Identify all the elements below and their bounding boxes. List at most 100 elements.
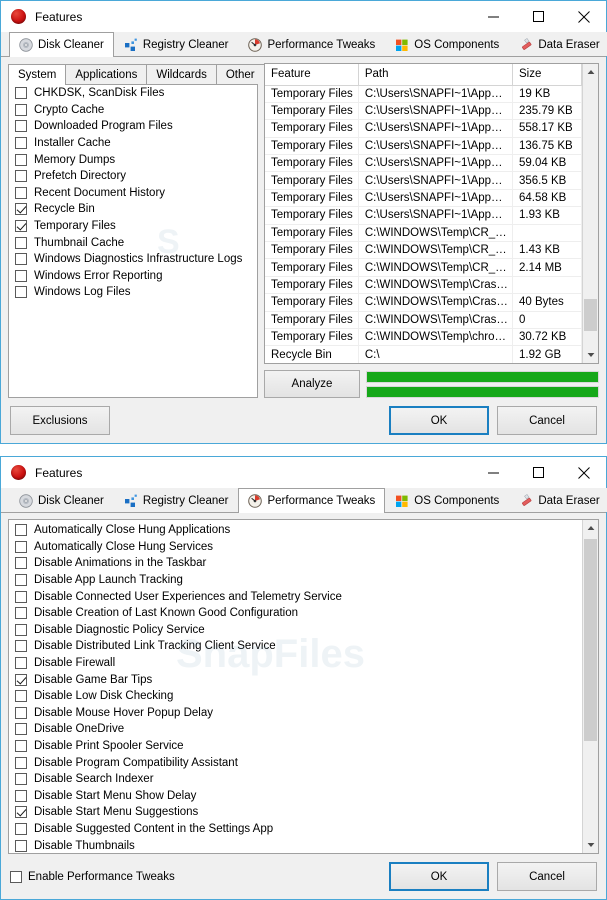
scrollbar-track[interactable]	[583, 536, 598, 837]
checkbox-row[interactable]: Crypto Cache	[9, 102, 257, 119]
table-row[interactable]: Temporary Files C:\WINDOWS\Temp\chro… 30.7…	[265, 328, 582, 347]
checkbox-row[interactable]: Disable Suggested Content in the Setting…	[9, 821, 582, 838]
checkbox-box[interactable]	[15, 203, 27, 216]
table-row[interactable]: Temporary Files C:\Users\SNAPFI~1\App… 235…	[265, 102, 582, 121]
checkbox-box[interactable]	[15, 220, 27, 233]
tab-disk-cleaner[interactable]: Disk Cleaner	[9, 488, 114, 512]
close-button[interactable]	[561, 1, 606, 32]
checkbox-row[interactable]: Disable Mouse Hover Popup Delay	[9, 705, 582, 722]
checkbox-row[interactable]: Disable Low Disk Checking	[9, 688, 582, 705]
checkbox-box[interactable]	[15, 103, 27, 116]
checkbox-box[interactable]	[15, 756, 27, 769]
checkbox-box[interactable]	[15, 269, 27, 282]
tab-registry-cleaner[interactable]: Registry Cleaner	[113, 32, 239, 56]
checkbox-box[interactable]	[15, 723, 27, 736]
checkbox-row[interactable]: Thumbnail Cache	[9, 234, 257, 251]
table-row[interactable]: Temporary Files C:\WINDOWS\Temp\CR_… 1.43 …	[265, 241, 582, 260]
checkbox-box[interactable]	[15, 120, 27, 133]
checkbox-box[interactable]	[15, 87, 27, 100]
cancel-button[interactable]: Cancel	[497, 862, 597, 891]
ok-button[interactable]: OK	[389, 862, 489, 891]
checkbox-row[interactable]: Disable Program Compatibility Assistant	[9, 754, 582, 771]
checkbox-row[interactable]: Installer Cache	[9, 135, 257, 152]
checkbox-box[interactable]	[15, 170, 27, 183]
checkbox-row[interactable]: Recycle Bin	[9, 201, 257, 218]
checkbox-row[interactable]: Disable Firewall	[9, 655, 582, 672]
maximize-button[interactable]	[516, 1, 561, 32]
exclusions-button[interactable]: Exclusions	[10, 406, 110, 435]
subtab-system[interactable]: System	[8, 64, 67, 85]
checkbox-box[interactable]	[15, 557, 27, 570]
checkbox-box[interactable]	[15, 286, 27, 299]
checkbox-row[interactable]: CHKDSK, ScanDisk Files	[9, 85, 257, 102]
checkbox-row[interactable]: Disable Search Indexer	[9, 771, 582, 788]
checkbox-row[interactable]: Disable Distributed Link Tracking Client…	[9, 638, 582, 655]
tab-os-components[interactable]: OS Components	[385, 488, 510, 512]
checkbox-box[interactable]	[15, 137, 27, 150]
table-row[interactable]: Temporary Files C:\Users\SNAPFI~1\App… 19 …	[265, 85, 582, 103]
tab-performance-tweaks[interactable]: Performance Tweaks	[238, 488, 386, 513]
checkbox-row[interactable]: Disable Start Menu Show Delay	[9, 788, 582, 805]
table-row[interactable]: Temporary Files C:\WINDOWS\Temp\CR_… 2.14 …	[265, 258, 582, 277]
table-scrollbar[interactable]	[582, 64, 598, 363]
checkbox-row[interactable]: Downloaded Program Files	[9, 118, 257, 135]
table-row[interactable]: Temporary Files C:\Users\SNAPFI~1\App… 558…	[265, 119, 582, 138]
checkbox-row[interactable]: Disable Game Bar Tips	[9, 671, 582, 688]
scroll-up-icon[interactable]	[583, 64, 598, 80]
checkbox-row[interactable]: Prefetch Directory	[9, 168, 257, 185]
checkbox-row[interactable]: Disable Diagnostic Policy Service	[9, 622, 582, 639]
table-row[interactable]: Temporary Files C:\Users\SNAPFI~1\App… 64.…	[265, 189, 582, 208]
table-row[interactable]: Temporary Files C:\WINDOWS\Temp\Cras…	[265, 276, 582, 295]
tweaks-list[interactable]: SnapFiles Automatically Close Hung Appli…	[9, 520, 582, 853]
checkbox-row[interactable]: Disable OneDrive	[9, 721, 582, 738]
checkbox-box[interactable]	[15, 574, 27, 587]
checkbox-row[interactable]: Disable Thumbnails	[9, 837, 582, 853]
checkbox-row[interactable]: Disable Print Spooler Service	[9, 738, 582, 755]
tab-disk-cleaner[interactable]: Disk Cleaner	[9, 32, 114, 57]
checkbox-box[interactable]	[15, 186, 27, 199]
tab-data-eraser[interactable]: Data Eraser	[509, 32, 607, 56]
tweaks-scrollbar[interactable]	[582, 520, 598, 853]
checkbox-box[interactable]	[15, 740, 27, 753]
tab-performance-tweaks[interactable]: Performance Tweaks	[238, 32, 386, 56]
analyze-button[interactable]: Analyze	[264, 370, 360, 398]
maximize-button[interactable]	[516, 457, 561, 488]
ok-button[interactable]: OK	[389, 406, 489, 435]
checkbox-row[interactable]: Windows Diagnostics Infrastructure Logs	[9, 251, 257, 268]
checkbox-row[interactable]: Disable App Launch Tracking	[9, 572, 582, 589]
table-row[interactable]: Recycle Bin C:\ 1.92 GB	[265, 345, 582, 363]
checkbox-box[interactable]	[15, 153, 27, 166]
checkbox-box[interactable]	[10, 870, 22, 883]
scrollbar-thumb[interactable]	[584, 539, 597, 741]
checkbox-row[interactable]: Temporary Files	[9, 218, 257, 235]
checkbox-row[interactable]: Disable Creation of Last Known Good Conf…	[9, 605, 582, 622]
scroll-down-icon[interactable]	[583, 837, 598, 853]
minimize-button[interactable]	[471, 457, 516, 488]
subtab-applications[interactable]: Applications	[65, 64, 148, 84]
column-header-path[interactable]: Path	[358, 64, 514, 86]
table-row[interactable]: Temporary Files C:\Users\SNAPFI~1\App… 356…	[265, 171, 582, 190]
checkbox-row[interactable]: Recent Document History	[9, 185, 257, 202]
scroll-down-icon[interactable]	[583, 347, 598, 363]
column-header-feature[interactable]: Feature	[265, 64, 359, 86]
checkbox-box[interactable]	[15, 706, 27, 719]
checkbox-box[interactable]	[15, 623, 27, 636]
table-row[interactable]: Temporary Files C:\WINDOWS\Temp\Cras… 40 B…	[265, 293, 582, 312]
subtab-other[interactable]: Other	[215, 64, 265, 84]
system-items-list[interactable]: S CHKDSK, ScanDisk Files Crypto Cache Down…	[8, 84, 258, 398]
tab-os-components[interactable]: OS Components	[385, 32, 510, 56]
checkbox-row[interactable]: Windows Log Files	[9, 284, 257, 301]
checkbox-box[interactable]	[15, 806, 27, 819]
table-row[interactable]: Temporary Files C:\WINDOWS\Temp\CR_…	[265, 224, 582, 243]
checkbox-box[interactable]	[15, 773, 27, 786]
checkbox-box[interactable]	[15, 657, 27, 670]
checkbox-box[interactable]	[15, 607, 27, 620]
table-row[interactable]: Temporary Files C:\Users\SNAPFI~1\App… 1.9…	[265, 206, 582, 225]
scroll-up-icon[interactable]	[583, 520, 598, 536]
checkbox-box[interactable]	[15, 822, 27, 835]
checkbox-box[interactable]	[15, 640, 27, 653]
checkbox-row[interactable]: Disable Start Menu Suggestions	[9, 804, 582, 821]
checkbox-box[interactable]	[15, 839, 27, 852]
table-row[interactable]: Temporary Files C:\Users\SNAPFI~1\App… 136…	[265, 137, 582, 156]
results-table-scroll[interactable]: Feature Path Size Temporary Files C:\User…	[265, 64, 582, 363]
